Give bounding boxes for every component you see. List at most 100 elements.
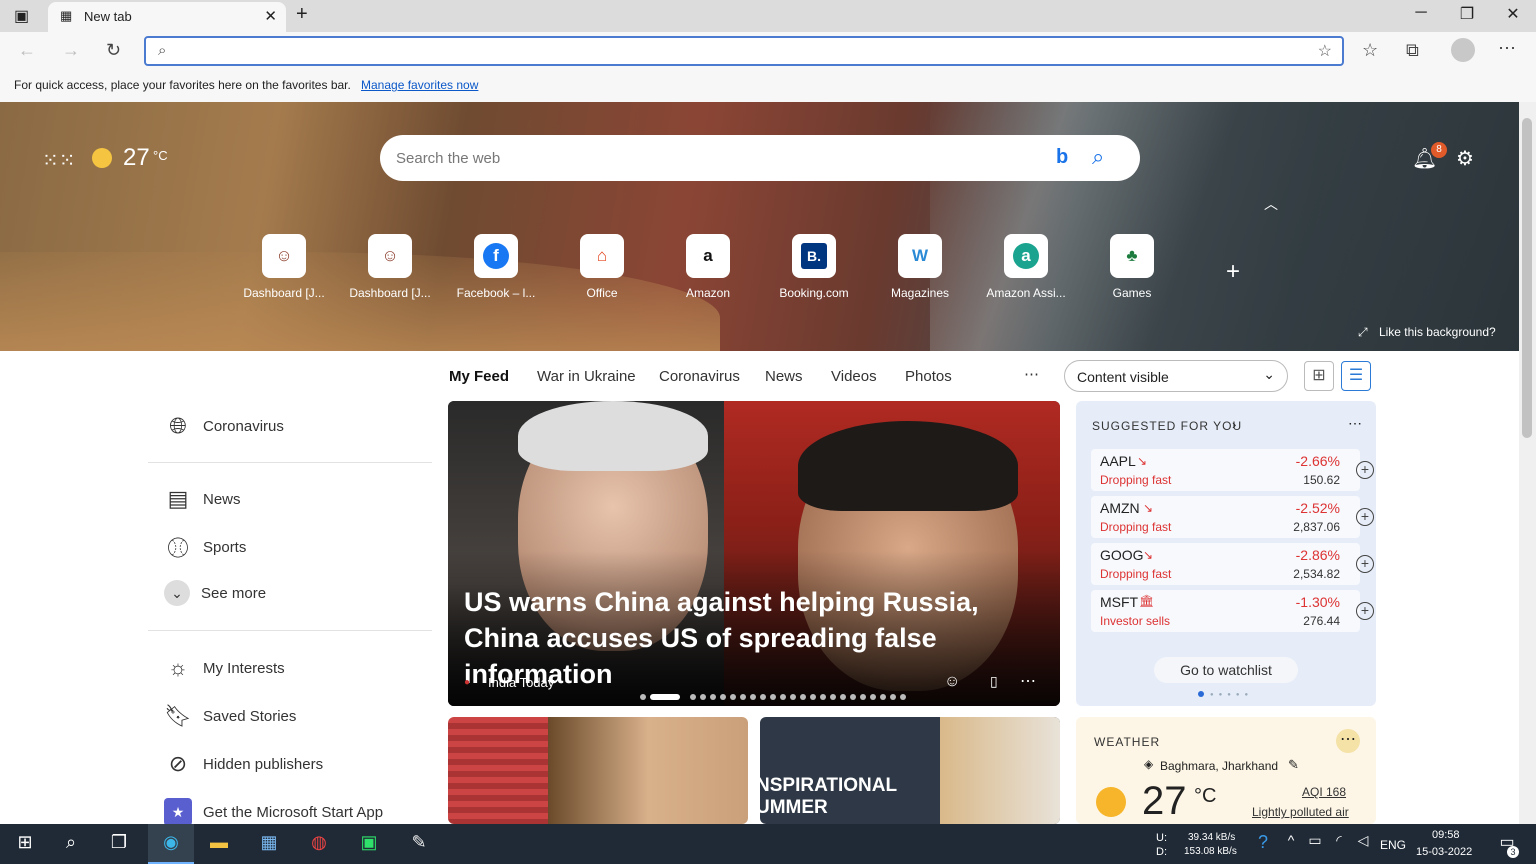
collapse-chevron-up-icon[interactable]: ︿ — [1264, 194, 1278, 214]
add-to-watchlist-icon[interactable]: + — [1356, 461, 1374, 479]
save-bookmark-icon[interactable]: ▯ — [990, 673, 998, 690]
minimize-button[interactable]: ─ — [1398, 4, 1444, 22]
add-to-watchlist-icon[interactable]: + — [1356, 555, 1374, 573]
search-icon[interactable]: ⌕ — [58, 832, 84, 856]
air-quality-link[interactable]: Lightly polluted air — [1252, 805, 1349, 819]
stock-row[interactable]: GOOG ↘ Dropping fast -2.86% 2,534.82 + — [1091, 543, 1374, 585]
edit-pencil-icon[interactable]: ✎ — [1288, 757, 1299, 773]
list-layout-icon[interactable]: ☰ — [1341, 361, 1371, 391]
carousel-dot[interactable] — [840, 694, 846, 700]
quicklink-tile[interactable]: B. Booking.com — [762, 234, 866, 300]
profile-avatar[interactable] — [1451, 38, 1475, 62]
battery-icon[interactable]: ▭ — [1302, 832, 1328, 856]
web-search-box[interactable]: Search the web b ⌕ — [380, 135, 1140, 181]
back-icon[interactable]: ← — [18, 40, 36, 61]
carousel-dot[interactable] — [890, 694, 896, 700]
stock-row[interactable]: MSFT 🏛︎ Investor sells -1.30% 276.44 + — [1091, 590, 1374, 632]
carousel-dot[interactable] — [900, 694, 906, 700]
carousel-dot[interactable] — [720, 694, 726, 700]
tab-new-tab[interactable]: ▦ New tab ✕ — [48, 2, 286, 32]
tab-news[interactable]: News — [765, 368, 803, 385]
carousel-dot[interactable] — [800, 694, 806, 700]
scrollbar-thumb[interactable] — [1522, 118, 1532, 438]
file-explorer-icon[interactable]: ▬ — [206, 832, 232, 856]
sidebar-item-news[interactable]: ▤ News — [164, 485, 241, 513]
quicklink-tile[interactable]: a Amazon — [656, 234, 760, 300]
more-options-icon[interactable]: ⋯ — [1020, 671, 1036, 691]
carousel-dot[interactable] — [780, 694, 786, 700]
help-icon[interactable]: ? — [1250, 832, 1276, 856]
carousel-dot[interactable] — [820, 694, 826, 700]
scrollbar[interactable] — [1519, 102, 1536, 824]
tab-actions-icon[interactable]: ▣ — [14, 6, 29, 26]
pager-dot-active[interactable] — [1198, 691, 1204, 697]
chevron-up-icon[interactable]: ^ — [1278, 832, 1304, 856]
quicklink-tile[interactable]: f Facebook – l... — [444, 234, 548, 300]
store-icon[interactable]: ▦ — [256, 832, 282, 856]
quicklink-tile[interactable]: ☺ Dashboard [J... — [338, 234, 442, 300]
wifi-icon[interactable]: ◜ — [1326, 832, 1352, 856]
tab-coronavirus[interactable]: Coronavirus — [659, 368, 740, 385]
like-background-button[interactable]: ⤢ Like this background? — [1358, 325, 1496, 340]
restore-button[interactable]: ❐ — [1444, 4, 1490, 24]
aqi-link[interactable]: AQI 168 — [1302, 785, 1346, 799]
carousel-dot[interactable] — [740, 694, 746, 700]
weather-unit[interactable]: °C — [1194, 785, 1216, 808]
content-visibility-select[interactable]: Content visible ⌄ — [1064, 360, 1288, 392]
settings-gear-icon[interactable]: ⚙ — [1456, 146, 1474, 171]
task-view-icon[interactable]: ❐ — [106, 832, 132, 856]
hero-temperature[interactable]: 27 — [123, 144, 150, 172]
favorites-icon[interactable]: ☆ — [1362, 40, 1378, 61]
grid-layout-icon[interactable]: ⊞ — [1304, 361, 1334, 391]
carousel-dot[interactable] — [750, 694, 756, 700]
tab-photos[interactable]: Photos — [905, 368, 952, 385]
sidebar-item-sports[interactable]: ⚾︎ Sports — [164, 533, 246, 561]
quicklink-tile[interactable]: ♣ Games — [1080, 234, 1184, 300]
carousel-dot[interactable] — [690, 694, 696, 700]
sidebar-item-coronavirus[interactable]: 🌐︎ Coronavirus — [164, 412, 284, 440]
tab-my-feed[interactable]: My Feed — [449, 368, 509, 385]
news-card[interactable] — [448, 717, 748, 824]
manage-favorites-link[interactable]: Manage favorites now — [361, 78, 478, 92]
carousel-dot[interactable] — [710, 694, 716, 700]
sidebar-item-see-more[interactable]: ⌄ See more — [164, 580, 266, 606]
apps-launcher-icon[interactable]: ⁙⁙ — [42, 148, 76, 173]
language-indicator[interactable]: ENG — [1380, 838, 1406, 852]
tab-videos[interactable]: Videos — [831, 368, 877, 385]
carousel-dot[interactable] — [760, 694, 766, 700]
quicklink-tile[interactable]: ☺ Dashboard [J... — [232, 234, 336, 300]
add-favorite-icon[interactable]: ☆ — [1318, 41, 1332, 61]
watchlist-title[interactable]: SUGGESTED FOR YOU — [1092, 419, 1242, 433]
tab-war-in-ukraine[interactable]: War in Ukraine — [537, 368, 636, 385]
refresh-icon[interactable]: ↻ — [106, 40, 121, 61]
sidebar-item-saved-stories[interactable]: 🔖︎ Saved Stories — [164, 702, 296, 730]
sidebar-item-hidden-publishers[interactable]: ⊘ Hidden publishers — [164, 750, 323, 778]
more-options-icon[interactable]: ⋯ — [1336, 729, 1360, 753]
carousel-dot[interactable] — [640, 694, 646, 700]
carousel-dot-active[interactable] — [650, 694, 680, 700]
carousel-dot[interactable] — [810, 694, 816, 700]
new-tab-button[interactable]: + — [296, 3, 308, 26]
search-submit-icon[interactable]: ⌕ — [1092, 144, 1104, 170]
add-to-watchlist-icon[interactable]: + — [1356, 602, 1374, 620]
bing-icon[interactable]: b — [1056, 146, 1068, 169]
pycharm-icon[interactable]: ▣ — [356, 832, 382, 856]
carousel-dot[interactable] — [790, 694, 796, 700]
react-icon[interactable]: ☺ — [944, 673, 960, 691]
weather-location[interactable]: Baghmara, Jharkhand — [1160, 759, 1278, 773]
news-card[interactable]: NSPIRATIONAL UMMER — [760, 717, 1060, 824]
carousel-dot[interactable] — [860, 694, 866, 700]
carousel-dot[interactable] — [850, 694, 856, 700]
clock-date[interactable]: 15-03-2022 — [1416, 846, 1472, 858]
carousel-dot[interactable] — [870, 694, 876, 700]
volume-icon[interactable]: ◁ — [1350, 832, 1376, 856]
sidebar-item-my-interests[interactable]: ☼ My Interests — [164, 654, 285, 682]
close-window-button[interactable]: ✕ — [1490, 4, 1536, 24]
stock-row[interactable]: AAPL ↘ Dropping fast -2.66% 150.62 + — [1091, 449, 1374, 491]
add-to-watchlist-icon[interactable]: + — [1356, 508, 1374, 526]
carousel-dot[interactable] — [730, 694, 736, 700]
stock-row[interactable]: AMZN ↘ Dropping fast -2.52% 2,837.06 + — [1091, 496, 1374, 538]
quicklink-tile[interactable]: W Magazines — [868, 234, 972, 300]
sidebar-item-get-app[interactable]: ★ Get the Microsoft Start App — [164, 798, 383, 826]
carousel-dot[interactable] — [700, 694, 706, 700]
